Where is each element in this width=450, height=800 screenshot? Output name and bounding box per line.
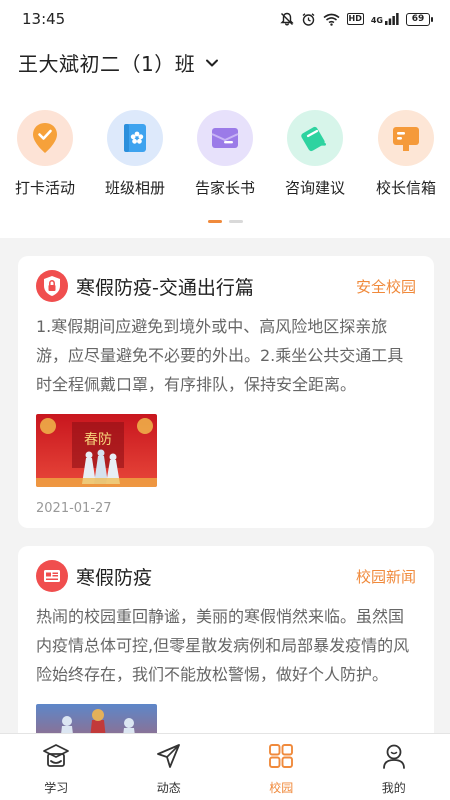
quick-action-principal-mailbox[interactable]: 校长信箱 <box>370 110 442 198</box>
quick-action-parent-letter[interactable]: 告家长书 <box>189 110 261 198</box>
mailbox-icon <box>378 110 434 166</box>
page-dot <box>229 220 243 223</box>
paper-plane-icon <box>155 742 183 774</box>
status-time: 13:45 <box>22 10 66 28</box>
shield-lock-icon <box>36 270 68 302</box>
status-icons: HD 4G 69 <box>279 12 433 27</box>
news-feed: 寒假防疫-交通出行篇 安全校园 1.寒假期间应避免到境外或中、高风险地区探亲旅游… <box>0 238 450 733</box>
alarm-icon <box>301 12 316 27</box>
feedback-pen-icon <box>287 110 343 166</box>
news-card[interactable]: 寒假防疫-交通出行篇 安全校园 1.寒假期间应避免到境外或中、高风险地区探亲旅游… <box>18 256 434 528</box>
page-dot-active <box>208 220 222 223</box>
news-summary: 1.寒假期间应避免到境外或中、高风险地区探亲旅游，应尽量避免不必要的外出。2.乘… <box>36 317 404 394</box>
tab-label: 学习 <box>44 781 69 795</box>
battery-indicator: 69 <box>406 12 433 26</box>
news-card-header: 寒假防疫 校园新闻 <box>36 560 416 592</box>
news-summary: 热闹的校园重回静谧，美丽的寒假悄然来临。虽然国内疫情总体可控,但零星散发病例和局… <box>36 607 410 684</box>
chevron-down-icon <box>205 53 219 72</box>
checkin-location-icon <box>17 110 73 166</box>
tab-me[interactable]: 我的 <box>338 734 450 800</box>
quick-action-album[interactable]: 班级相册 <box>99 110 171 198</box>
bottom-tab-bar: 学习 动态 校园 我的 <box>0 733 450 800</box>
news-title: 寒假防疫-交通出行篇 <box>76 276 254 299</box>
letter-icon <box>197 110 253 166</box>
news-category-tag[interactable]: 校园新闻 <box>356 566 416 587</box>
class-selector[interactable]: 王大斌初二（1）班 <box>18 48 219 77</box>
photo-album-icon <box>107 110 163 166</box>
news-title: 寒假防疫 <box>76 566 153 589</box>
tab-campus[interactable]: 校园 <box>225 734 338 800</box>
quick-action-label: 告家长书 <box>194 179 255 197</box>
graduation-cap-icon <box>42 742 70 774</box>
news-category-tag[interactable]: 安全校园 <box>356 276 416 297</box>
tab-label: 动态 <box>156 781 181 795</box>
tab-feed[interactable]: 动态 <box>113 734 226 800</box>
class-name: 王大斌初二（1）班 <box>18 52 196 76</box>
tab-study[interactable]: 学习 <box>0 734 113 800</box>
news-thumbnail: 春防 <box>36 414 157 487</box>
quick-action-label: 咨询建议 <box>284 179 345 197</box>
tab-label: 校园 <box>269 781 294 795</box>
page-indicator <box>208 220 243 223</box>
grid-icon <box>267 742 295 774</box>
status-bar: 13:45 HD 4G 69 <box>0 0 450 38</box>
news-card[interactable]: 寒假防疫 校园新闻 热闹的校园重回静谧，美丽的寒假悄然来临。虽然国内疫情总体可控… <box>18 546 434 733</box>
news-thumbnail <box>36 704 157 733</box>
quick-action-label: 班级相册 <box>104 179 165 197</box>
news-card-header: 寒假防疫-交通出行篇 安全校园 <box>36 270 416 302</box>
newspaper-icon <box>36 560 68 592</box>
news-date: 2021-01-27 <box>36 501 112 516</box>
wifi-icon <box>323 13 340 26</box>
quick-action-checkin[interactable]: 打卡活动 <box>9 110 81 198</box>
user-icon <box>380 742 408 774</box>
quick-action-label: 打卡活动 <box>14 179 75 197</box>
signal-icon: 4G <box>371 13 399 25</box>
header: 王大斌初二（1）班 打卡活动 班级相册 告家长书 咨询建议 校长信箱 <box>0 38 450 238</box>
mute-bell-icon <box>279 12 294 26</box>
svg-text:春防: 春防 <box>84 432 112 448</box>
tab-label: 我的 <box>381 781 406 795</box>
quick-action-label: 校长信箱 <box>375 179 436 197</box>
quick-actions: 打卡活动 班级相册 告家长书 咨询建议 校长信箱 <box>0 110 450 210</box>
quick-action-feedback[interactable]: 咨询建议 <box>279 110 351 198</box>
hd-badge: HD <box>346 13 364 25</box>
